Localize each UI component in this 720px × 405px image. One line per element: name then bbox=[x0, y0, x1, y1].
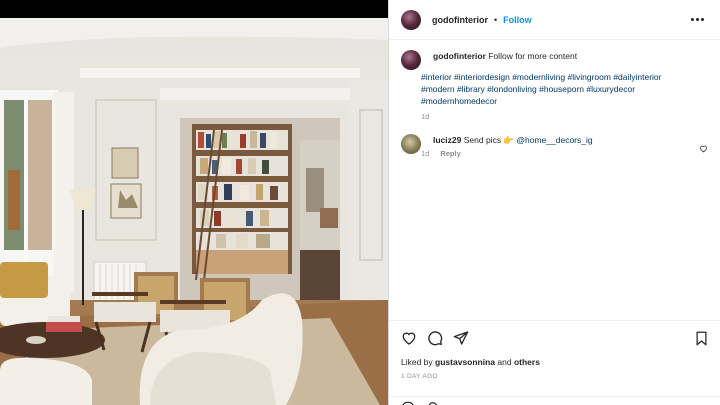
living-room-photo bbox=[0, 0, 388, 405]
comment-text: Send pics 👉 bbox=[463, 135, 515, 145]
add-comment-row[interactable] bbox=[389, 396, 720, 405]
comments-section[interactable]: godofinterior Follow for more content #i… bbox=[389, 40, 720, 320]
post-image[interactable] bbox=[0, 0, 388, 405]
post-actions: Liked by gustavsonnina and others 1 DAY … bbox=[389, 320, 720, 380]
comment-age: 1d bbox=[421, 149, 430, 158]
search-icon[interactable] bbox=[427, 401, 441, 405]
post-side-panel: godofinterior • Follow godofinterior Fol… bbox=[388, 0, 720, 405]
commenter-avatar[interactable] bbox=[401, 134, 421, 154]
likes-prefix: Liked by bbox=[401, 357, 433, 367]
likes-summary: Liked by gustavsonnina and others bbox=[401, 357, 709, 367]
caption-age: 1d bbox=[421, 112, 430, 121]
more-options-icon[interactable] bbox=[687, 14, 708, 25]
comment-item: luciz29 Send pics 👉 @home__decors_ig 1d … bbox=[401, 134, 708, 158]
emoji-icon[interactable] bbox=[401, 401, 415, 405]
likes-joiner: and bbox=[497, 357, 512, 367]
post-header: godofinterior • Follow bbox=[389, 0, 720, 40]
caption-hashtags[interactable]: #interior #interiordesign #modernliving … bbox=[421, 71, 681, 107]
reply-button[interactable]: Reply bbox=[440, 149, 460, 158]
post-date: 1 DAY AGO bbox=[401, 373, 438, 380]
comment-bubble-icon[interactable] bbox=[427, 330, 443, 346]
heart-icon[interactable] bbox=[401, 330, 417, 346]
likes-first-user[interactable]: gustavsonnina bbox=[435, 357, 495, 367]
commenter-username[interactable]: luciz29 bbox=[433, 135, 461, 145]
small-heart-icon[interactable] bbox=[699, 140, 708, 158]
caption: godofinterior Follow for more content #i… bbox=[401, 50, 708, 121]
caption-text: Follow for more content bbox=[488, 51, 578, 61]
caption-avatar[interactable] bbox=[401, 50, 421, 70]
follow-button[interactable]: Follow bbox=[503, 15, 532, 25]
paper-plane-icon[interactable] bbox=[453, 330, 469, 346]
action-icons bbox=[401, 329, 709, 347]
caption-username[interactable]: godofinterior bbox=[433, 51, 486, 61]
header-separator: • bbox=[494, 14, 498, 25]
comment-mention[interactable]: @home__decors_ig bbox=[516, 135, 592, 145]
author-avatar[interactable] bbox=[401, 9, 421, 30]
author-username[interactable]: godofinterior bbox=[432, 15, 488, 25]
bookmark-icon[interactable] bbox=[694, 331, 709, 346]
likes-others[interactable]: others bbox=[514, 357, 540, 367]
